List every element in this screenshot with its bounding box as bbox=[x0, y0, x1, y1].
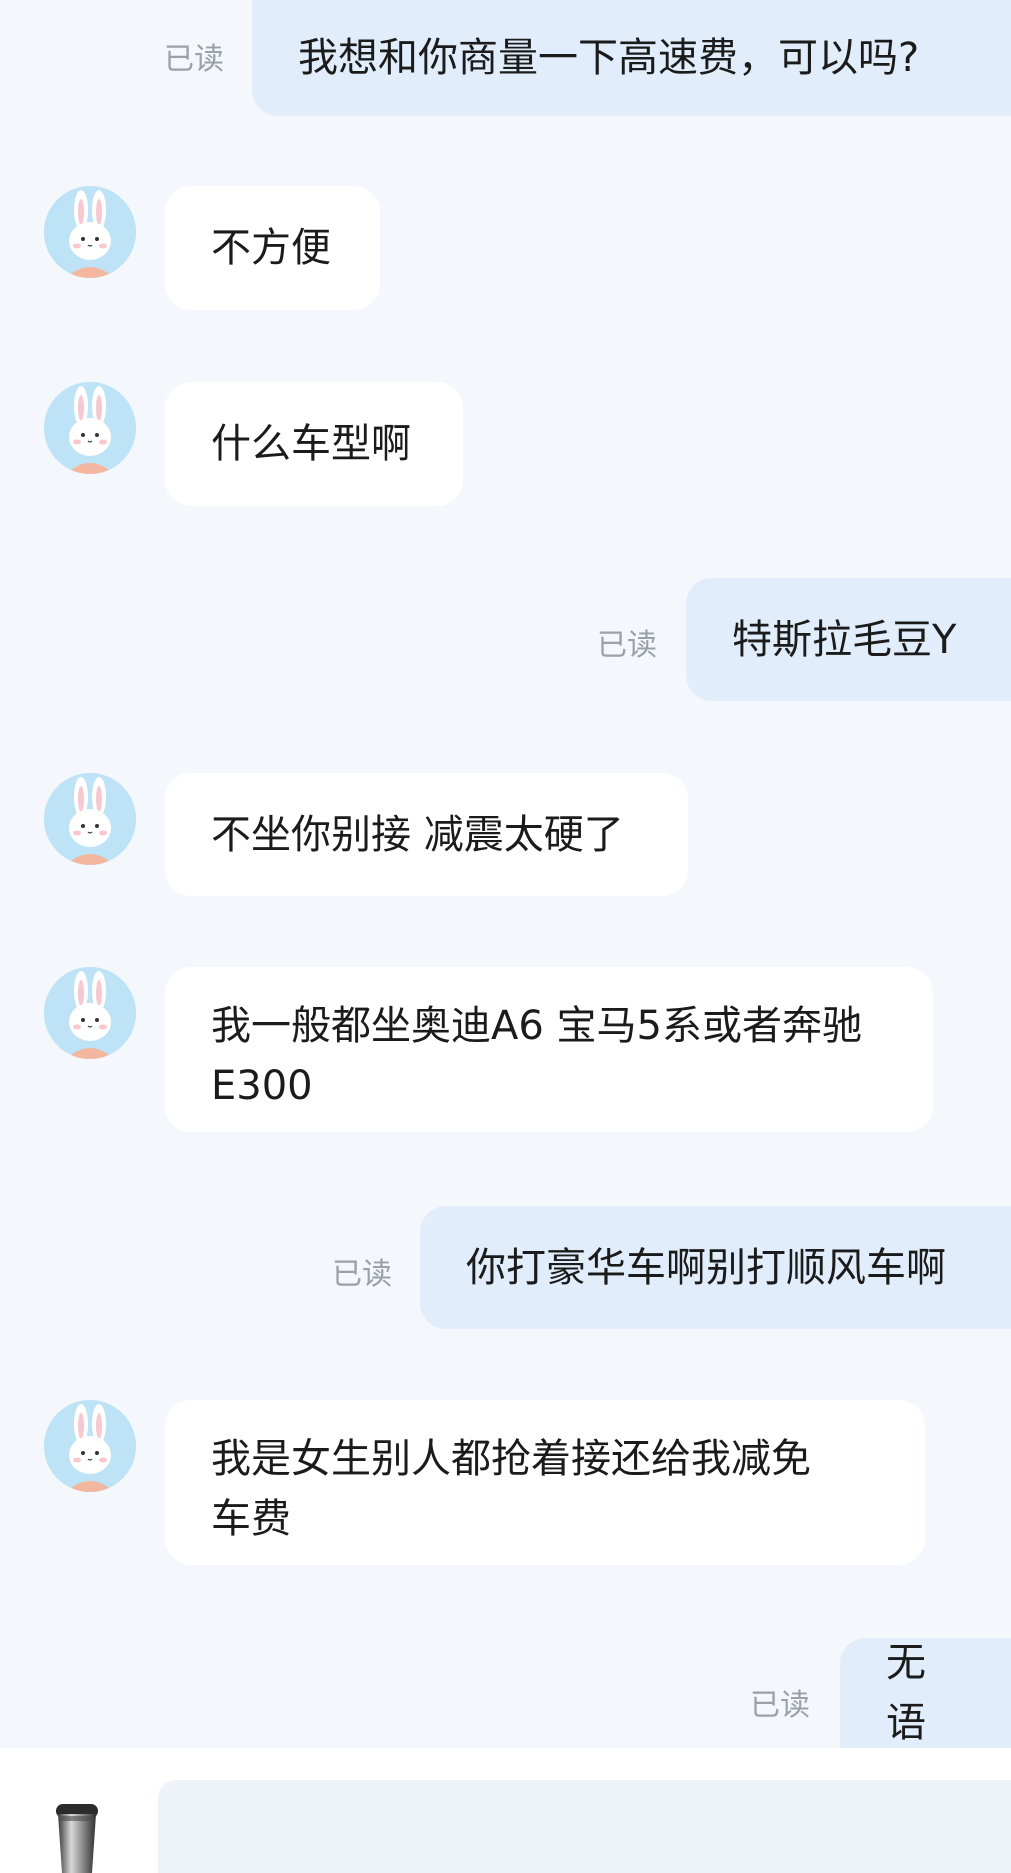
outgoing-message-bubble[interactable]: 特斯拉毛豆Y bbox=[686, 578, 1011, 701]
message-text: 什么车型啊 bbox=[211, 421, 411, 467]
message-text-line: E300 bbox=[211, 1063, 313, 1109]
outgoing-message-bubble[interactable]: 你打豪华车啊别打顺风车啊 bbox=[420, 1206, 1011, 1329]
read-receipt: 已读 bbox=[164, 42, 224, 77]
outgoing-message-bubble[interactable]: 无语 bbox=[840, 1638, 1011, 1748]
message-text: 特斯拉毛豆Y bbox=[732, 616, 957, 663]
bunny-avatar-icon[interactable] bbox=[44, 186, 136, 278]
message-text: 不方便 bbox=[211, 225, 331, 271]
read-receipt: 已读 bbox=[332, 1257, 392, 1292]
message-text: 你打豪华车啊别打顺风车啊 bbox=[466, 1244, 946, 1291]
bunny-avatar-icon[interactable] bbox=[44, 382, 136, 474]
voice-icon[interactable] bbox=[48, 1804, 106, 1873]
input-bar bbox=[0, 1748, 1011, 1873]
message-text-line: 我是女生别人都抢着接还给我减免 bbox=[211, 1436, 811, 1482]
message-text-line: 我一般都坐奥迪A6 宝马5系或者奔驰 bbox=[211, 1003, 862, 1049]
outgoing-message-bubble[interactable]: 我想和你商量一下高速费，可以吗? bbox=[252, 0, 1011, 116]
incoming-message-bubble[interactable]: 我一般都坐奥迪A6 宝马5系或者奔驰 E300 bbox=[165, 967, 933, 1132]
chat-screen: 已读 我想和你商量一下高速费，可以吗? 不方便 什么车型啊 已读 特斯拉毛豆Y … bbox=[0, 0, 1011, 1873]
bunny-avatar-icon[interactable] bbox=[44, 1400, 136, 1492]
message-text-line: 车费 bbox=[211, 1496, 291, 1542]
incoming-message-bubble[interactable]: 不坐你别接 减震太硬了 bbox=[165, 773, 688, 896]
read-receipt: 已读 bbox=[597, 628, 657, 663]
message-text: 我想和你商量一下高速费，可以吗? bbox=[298, 35, 920, 81]
bunny-avatar-icon[interactable] bbox=[44, 773, 136, 865]
read-receipt: 已读 bbox=[750, 1688, 810, 1723]
incoming-message-bubble[interactable]: 什么车型啊 bbox=[165, 382, 463, 506]
incoming-message-bubble[interactable]: 不方便 bbox=[165, 186, 380, 310]
bunny-avatar-icon[interactable] bbox=[44, 967, 136, 1059]
message-text: 不坐你别接 减震太硬了 bbox=[211, 811, 624, 858]
message-input[interactable] bbox=[158, 1780, 1011, 1873]
incoming-message-bubble[interactable]: 我是女生别人都抢着接还给我减免 车费 bbox=[165, 1400, 925, 1565]
message-text: 无语 bbox=[886, 1640, 926, 1746]
